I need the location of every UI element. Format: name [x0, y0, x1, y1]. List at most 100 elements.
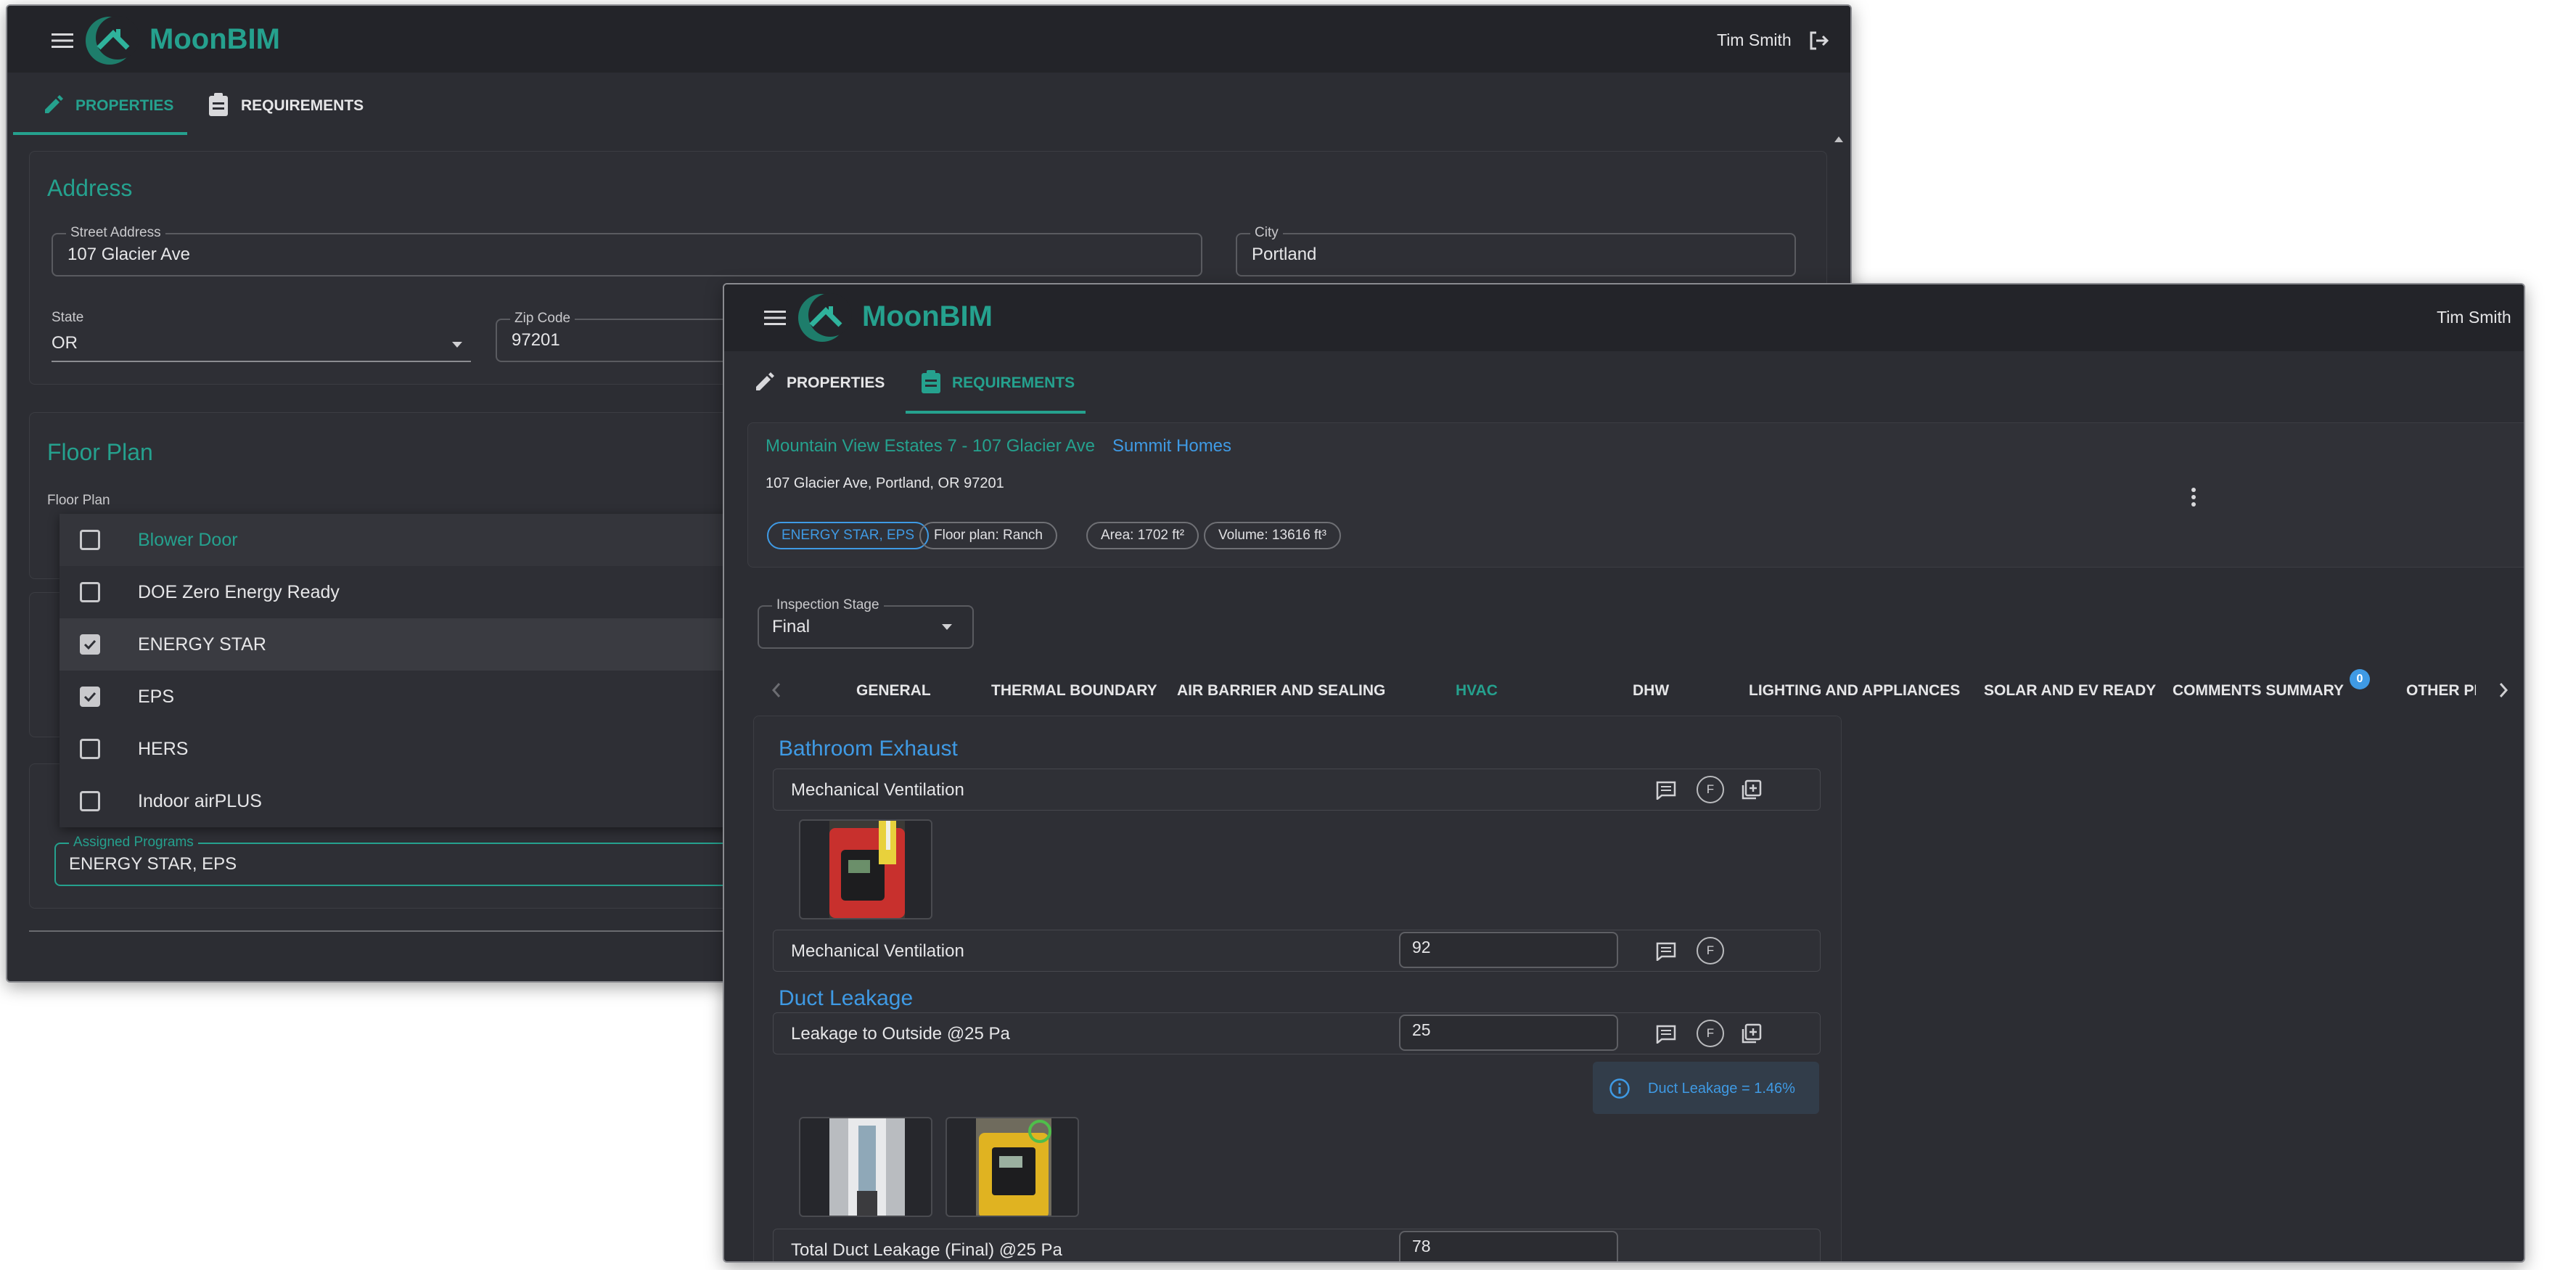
- pencil-icon: [45, 95, 63, 113]
- leakage-to-outside-input[interactable]: 25: [1399, 1015, 1618, 1051]
- tab-properties[interactable]: PROPERTIES: [13, 73, 187, 135]
- leakage-to-outside-row: Leakage to Outside @25 Pa 25 F: [773, 1012, 1821, 1054]
- checkbox-checked-icon[interactable]: [80, 687, 100, 707]
- add-photo-icon[interactable]: [1742, 1023, 1762, 1044]
- photo-thumbnail[interactable]: [946, 1117, 1079, 1217]
- comment-icon[interactable]: [1656, 1025, 1676, 1044]
- blower-gauge-photo-icon: [976, 1118, 1051, 1216]
- photo-thumbnail[interactable]: [799, 819, 932, 919]
- chevron-right-icon[interactable]: [2498, 682, 2509, 702]
- mechanical-ventilation-label: Mechanical Ventilation: [791, 780, 964, 800]
- address-title: Address: [47, 175, 133, 201]
- city-field[interactable]: City Portland: [1236, 225, 1796, 276]
- menu-item-label: Blower Door: [138, 530, 238, 550]
- more-options-icon[interactable]: [2191, 487, 2196, 507]
- tab-properties-label: PROPERTIES: [787, 374, 885, 391]
- assigned-programs-label: Assigned Programs: [69, 835, 198, 851]
- tab-solar-and-ev-ready[interactable]: SOLAR AND EV READY: [1984, 682, 2156, 700]
- tab-bar: PROPERTIES REQUIREMENTS: [7, 73, 1850, 136]
- checkbox-icon[interactable]: [80, 739, 100, 759]
- info-icon: [1609, 1078, 1630, 1099]
- tab-comments-summary[interactable]: COMMENTS SUMMARY: [2173, 682, 2344, 700]
- zip-code-value: 97201: [512, 330, 560, 350]
- menu-item-label: DOE Zero Energy Ready: [138, 582, 340, 602]
- duct-leakage-title: Duct Leakage: [779, 986, 914, 1010]
- tab-dhw[interactable]: DHW: [1633, 682, 1669, 700]
- clipboard-icon: [209, 93, 228, 116]
- bathroom-exhaust-title: Bathroom Exhaust: [779, 737, 958, 761]
- menu-item-label: EPS: [138, 687, 175, 707]
- add-photo-icon[interactable]: [1742, 779, 1762, 800]
- state-select[interactable]: State OR: [52, 310, 471, 362]
- tab-requirements-label: REQUIREMENTS: [952, 374, 1075, 391]
- app-bar: MoonBIM Tim Smith: [7, 6, 1850, 73]
- menu-icon[interactable]: [760, 303, 789, 332]
- builder-link[interactable]: Summit Homes: [1112, 436, 1231, 456]
- brand-name: MoonBIM: [149, 23, 280, 55]
- programs-menu: Blower Door DOE Zero Energy Ready ENERGY…: [60, 514, 785, 827]
- pencil-icon: [756, 372, 774, 390]
- logout-icon[interactable]: [1804, 26, 1833, 55]
- checkbox-icon[interactable]: [80, 530, 100, 550]
- menu-item-label: ENERGY STAR: [138, 634, 266, 655]
- doorway-photo-icon: [829, 1118, 905, 1216]
- menu-item-blower-door[interactable]: Blower Door: [60, 514, 785, 566]
- photo-thumbnail[interactable]: [799, 1117, 932, 1217]
- zip-code-field[interactable]: Zip Code 97201: [496, 311, 757, 362]
- mechanical-ventilation-label: Mechanical Ventilation: [791, 941, 964, 961]
- assigned-programs-value: ENERGY STAR, EPS: [69, 854, 237, 874]
- menu-item-energy-star[interactable]: ENERGY STAR: [60, 618, 785, 671]
- duct-leakage-info-text: Duct Leakage = 1.46%: [1648, 1081, 1795, 1097]
- total-duct-leakage-input[interactable]: 78: [1399, 1231, 1618, 1261]
- tab-hvac[interactable]: HVAC: [1390, 662, 1566, 720]
- menu-item-indoor-airplus[interactable]: Indoor airPLUS: [60, 775, 785, 827]
- total-duct-leakage-label: Total Duct Leakage (Final) @25 Pa: [791, 1240, 1062, 1260]
- assigned-programs-field[interactable]: Assigned Programs ENERGY STAR, EPS: [54, 835, 780, 886]
- scroll-up-arrow[interactable]: [1834, 136, 1843, 142]
- tab-thermal-boundary[interactable]: THERMAL BOUNDARY: [991, 682, 1157, 700]
- volume-chip: Volume: 13616 ft³: [1204, 522, 1341, 549]
- flag-f-icon[interactable]: F: [1697, 776, 1724, 803]
- hvac-panel: Bathroom Exhaust Mechanical Ventilation …: [753, 716, 1842, 1261]
- checkbox-icon[interactable]: [80, 791, 100, 811]
- tab-other-partial[interactable]: OTHER PI: [2406, 682, 2476, 700]
- programs-chip: ENERGY STAR, EPS: [767, 522, 930, 549]
- menu-icon[interactable]: [48, 26, 77, 55]
- comment-icon[interactable]: [1656, 942, 1676, 961]
- tab-hvac-label: HVAC: [1456, 682, 1498, 699]
- tab-lighting-and-appliances[interactable]: LIGHTING AND APPLIANCES: [1749, 682, 1960, 700]
- checkbox-icon[interactable]: [80, 582, 100, 602]
- street-address-label: Street Address: [66, 225, 165, 241]
- brand-logo-icon: [795, 290, 853, 344]
- brand-logo-icon: [83, 13, 141, 67]
- menu-item-eps[interactable]: EPS: [60, 671, 785, 723]
- project-title[interactable]: Mountain View Estates 7 - 107 Glacier Av…: [766, 436, 1095, 456]
- menu-item-hers[interactable]: HERS: [60, 723, 785, 775]
- tab-bar: PROPERTIES REQUIREMENTS: [724, 351, 2524, 415]
- tab-requirements-label: REQUIREMENTS: [241, 97, 364, 114]
- tab-requirements[interactable]: REQUIREMENTS: [193, 73, 374, 135]
- street-address-field[interactable]: Street Address 107 Glacier Ave: [52, 225, 1202, 276]
- menu-item-doe-zero-energy-ready[interactable]: DOE Zero Energy Ready: [60, 566, 785, 618]
- inspection-stage-label: Inspection Stage: [772, 597, 884, 613]
- requirements-window: MoonBIM Tim Smith PROPERTIES REQUIREMENT…: [723, 283, 2525, 1263]
- checkbox-checked-icon[interactable]: [80, 634, 100, 655]
- caret-down-icon: [942, 624, 952, 630]
- inspection-stage-select[interactable]: Inspection Stage Final: [758, 597, 974, 649]
- logout-icon[interactable]: [2522, 303, 2524, 332]
- chevron-left-icon[interactable]: [771, 682, 782, 702]
- tab-general[interactable]: GENERAL: [856, 682, 931, 700]
- tab-indicator: [13, 132, 187, 135]
- project-address: 107 Glacier Ave, Portland, OR 97201: [766, 475, 1004, 491]
- zip-code-label: Zip Code: [510, 311, 575, 327]
- mechanical-ventilation-input[interactable]: 92: [1399, 932, 1618, 968]
- flag-f-icon[interactable]: F: [1697, 1020, 1724, 1047]
- tab-properties[interactable]: PROPERTIES: [739, 351, 898, 414]
- comment-icon[interactable]: [1656, 781, 1676, 800]
- menu-item-label: HERS: [138, 739, 189, 759]
- tab-air-barrier-and-sealing[interactable]: AIR BARRIER AND SEALING: [1177, 682, 1385, 700]
- flag-f-icon[interactable]: F: [1697, 937, 1724, 964]
- floor-plan-field-label: Floor Plan: [47, 493, 110, 508]
- tab-requirements[interactable]: REQUIREMENTS: [906, 351, 1086, 414]
- brand-name: MoonBIM: [862, 300, 993, 332]
